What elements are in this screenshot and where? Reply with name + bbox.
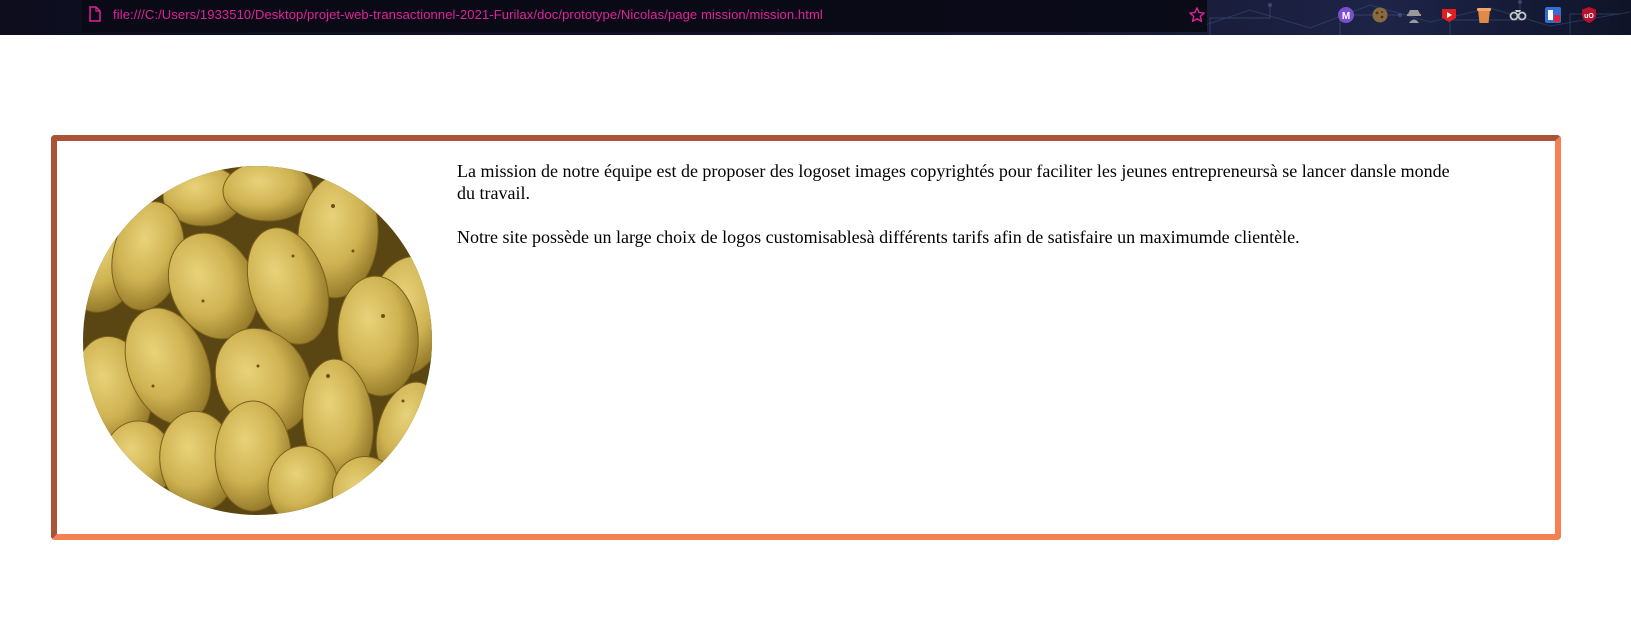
spy-extension-icon[interactable] <box>1405 6 1423 24</box>
ublock-extension-icon[interactable]: uO <box>1580 6 1598 24</box>
mission-paragraph-2: Notre site possède un large choix de log… <box>457 227 1300 247</box>
potatoes-image <box>83 166 432 515</box>
youtube-extension-icon[interactable] <box>1440 6 1458 24</box>
star-icon[interactable] <box>1188 6 1206 24</box>
svg-text:uO: uO <box>1584 13 1594 20</box>
blue-square-extension-icon[interactable] <box>1544 6 1562 24</box>
browser-toolbar: file:///C:/Users/1933510/Desktop/projet-… <box>0 0 1631 35</box>
page-icon <box>89 6 101 22</box>
cup-extension-icon[interactable] <box>1475 6 1493 24</box>
mission-paragraph-1: La mission de notre équipe est de propos… <box>457 161 1450 203</box>
mission-text-block: La mission de notre équipe est de propos… <box>457 160 1457 270</box>
address-bar-url[interactable]: file:///C:/Users/1933510/Desktop/projet-… <box>113 7 823 22</box>
svg-text:M: M <box>1342 11 1350 22</box>
m-extension-icon[interactable]: M <box>1337 6 1355 24</box>
glasses-extension-icon[interactable] <box>1509 6 1527 24</box>
potatoes-photo <box>83 166 432 515</box>
cookie-extension-icon[interactable] <box>1371 6 1389 24</box>
